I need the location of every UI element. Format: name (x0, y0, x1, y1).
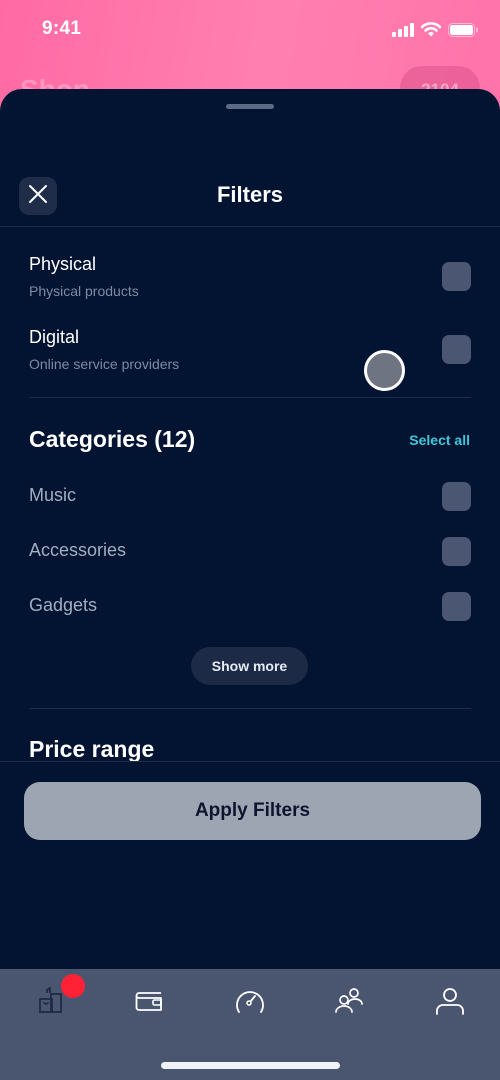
wallet-icon (135, 989, 163, 1018)
option-subtitle: Online service providers (29, 356, 180, 372)
select-all-button[interactable]: Select all (409, 432, 470, 448)
tab-community[interactable] (329, 985, 369, 1021)
digital-checkbox[interactable] (442, 335, 471, 364)
gadgets-checkbox[interactable] (442, 592, 471, 621)
status-bar: 9:41 (0, 0, 500, 60)
shopping-bag-icon (36, 985, 64, 1020)
category-item-music[interactable]: Music (29, 482, 471, 512)
tab-dashboard[interactable] (230, 985, 270, 1021)
accessories-checkbox[interactable] (442, 537, 471, 566)
tab-wallet[interactable] (129, 985, 169, 1021)
physical-checkbox[interactable] (442, 262, 471, 291)
category-item-gadgets[interactable]: Gadgets (29, 592, 471, 622)
wifi-icon (420, 22, 442, 42)
notification-badge (61, 974, 85, 998)
categories-title: Categories (12) (29, 426, 196, 452)
category-label: Gadgets (29, 595, 98, 615)
apply-filters-button[interactable]: Apply Filters (24, 782, 481, 840)
filters-sheet: Filters Physical Physical products Digit… (0, 89, 500, 969)
category-item-accessories[interactable]: Accessories (29, 537, 471, 567)
show-more-button[interactable]: Show more (191, 647, 308, 685)
section-divider (29, 708, 471, 709)
sheet-title: Filters (216, 182, 284, 207)
tab-profile[interactable] (430, 985, 470, 1021)
cellular-signal-icon (392, 22, 414, 42)
speedometer-icon (234, 987, 266, 1020)
option-title: Digital (29, 327, 80, 347)
users-icon (334, 987, 364, 1020)
touch-indicator (364, 350, 405, 391)
header-divider (0, 226, 500, 227)
battery-icon (448, 22, 478, 42)
status-time: 9:41 (42, 18, 82, 39)
filter-option-physical[interactable]: Physical Physical products (29, 254, 471, 304)
price-range-title: Price range (29, 736, 155, 762)
user-icon (435, 987, 465, 1020)
music-checkbox[interactable] (442, 482, 471, 511)
status-icons (392, 22, 478, 42)
category-label: Accessories (29, 540, 127, 560)
option-title: Physical (29, 254, 97, 274)
section-divider (29, 397, 471, 398)
home-indicator (161, 1062, 340, 1069)
option-subtitle: Physical products (29, 283, 139, 299)
tab-bar (0, 969, 500, 1080)
sheet-grabber[interactable] (226, 104, 274, 109)
category-label: Music (29, 485, 77, 505)
